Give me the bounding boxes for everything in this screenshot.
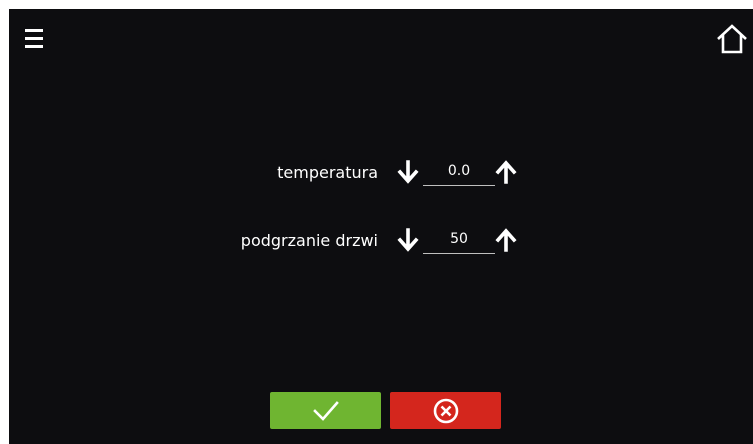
arrow-up-icon [495, 228, 517, 252]
increase-button[interactable] [495, 228, 517, 252]
arrow-up-icon [495, 160, 517, 184]
setting-row-door-heating: podgrzanie drzwi [9, 223, 753, 259]
circle-x-icon [433, 398, 458, 423]
setting-label: temperatura [277, 163, 378, 182]
setting-row-temperature: temperatura [9, 155, 753, 191]
decrease-button[interactable] [397, 228, 419, 252]
decrease-button[interactable] [397, 160, 419, 184]
confirm-button[interactable] [270, 392, 381, 429]
home-icon [717, 24, 747, 54]
hamburger-icon [25, 29, 43, 48]
check-icon [312, 400, 339, 421]
arrow-down-icon [397, 160, 419, 184]
cancel-button[interactable] [390, 392, 501, 429]
home-button[interactable] [715, 22, 749, 56]
setting-label: podgrzanie drzwi [240, 231, 378, 250]
door-heating-input[interactable] [423, 225, 495, 254]
menu-button[interactable] [24, 26, 46, 52]
arrow-down-icon [397, 228, 419, 252]
device-screen: temperatura podgrzanie drzwi [9, 9, 753, 444]
temperature-input[interactable] [423, 157, 495, 186]
increase-button[interactable] [495, 160, 517, 184]
